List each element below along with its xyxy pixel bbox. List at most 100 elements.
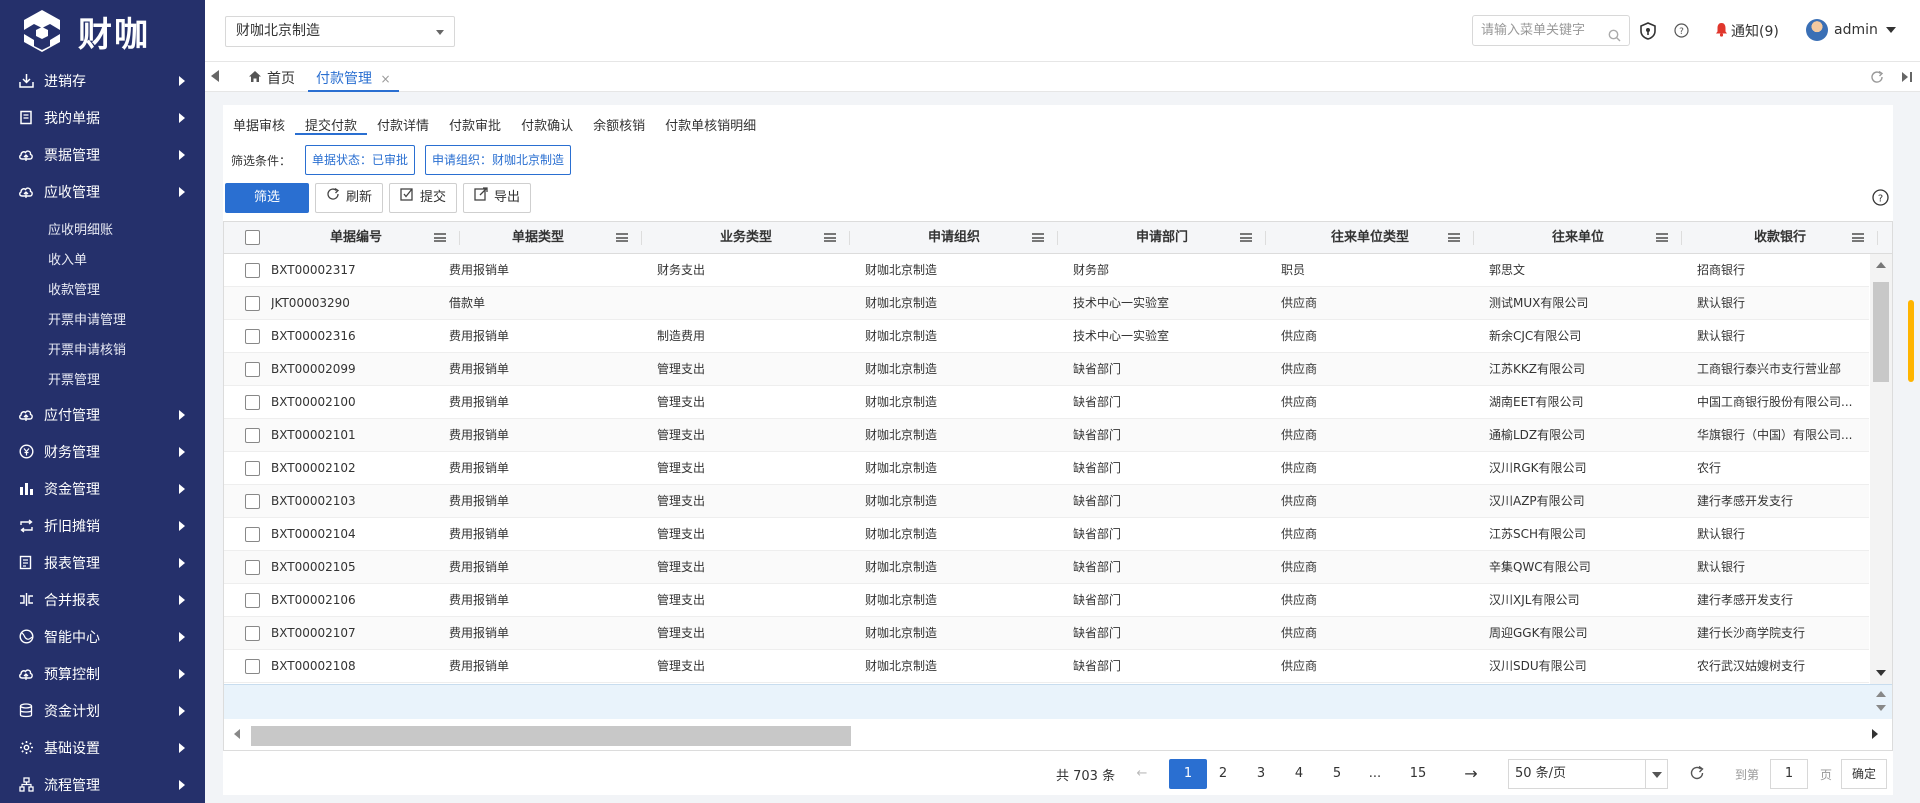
sidebar-item-2[interactable]: 资金管理	[0, 470, 205, 507]
column-menu-icon[interactable]	[1852, 233, 1864, 242]
page-button[interactable]: 5	[1322, 759, 1352, 789]
page-button[interactable]: 2	[1208, 759, 1238, 789]
row-checkbox[interactable]	[245, 494, 260, 509]
row-checkbox[interactable]	[245, 560, 260, 575]
row-checkbox[interactable]	[245, 527, 260, 542]
goto-confirm-button[interactable]: 确定	[1841, 759, 1887, 789]
table-row[interactable]: BXT00002103 费用报销单 管理支出 财咖北京制造 缺省部门 供应商 汉川AZP有限…	[224, 485, 1869, 518]
sidebar-item-5[interactable]: 合并报表	[0, 581, 205, 618]
row-checkbox[interactable]	[245, 593, 260, 608]
scroll-down-icon[interactable]	[1876, 670, 1886, 676]
column-menu-icon[interactable]	[1240, 233, 1252, 242]
column-header[interactable]: 业务类型	[642, 222, 850, 254]
sidebar-item-4[interactable]: 报表管理	[0, 544, 205, 581]
subtab[interactable]: 付款详情	[367, 105, 439, 135]
scroll-left-icon[interactable]	[234, 729, 240, 739]
scroll-up-icon[interactable]	[1876, 262, 1886, 268]
export-button[interactable]: 导出	[463, 183, 532, 213]
table-row[interactable]: BXT00002099 费用报销单 管理支出 财咖北京制造 缺省部门 供应商 江苏KKZ有限…	[224, 353, 1869, 386]
vertical-scrollbar[interactable]	[1870, 254, 1892, 684]
column-header[interactable]: 往来单位类型	[1266, 222, 1474, 254]
reload-icon[interactable]	[1689, 765, 1705, 785]
page-button[interactable]: 3	[1246, 759, 1276, 789]
table-row[interactable]: JKT00003290 借款单 财咖北京制造 技术中心一实验室 供应商 测试MUX有限公司…	[224, 287, 1869, 320]
scroll-thumb[interactable]	[251, 726, 851, 746]
sidebar-subitem[interactable]: 开票申请管理	[0, 303, 205, 333]
help-icon[interactable]: ?	[1872, 189, 1889, 210]
column-header[interactable]: 收款银行	[1682, 222, 1878, 254]
tabs-scroll-right-icon[interactable]	[1900, 70, 1914, 84]
table-row[interactable]: BXT00002100 费用报销单 管理支出 财咖北京制造 缺省部门 供应商 湖南EET有限…	[224, 386, 1869, 419]
notification-button[interactable]: 通知(9)	[1715, 21, 1779, 41]
tabs-scroll-left-icon[interactable]	[211, 70, 219, 82]
shield-icon[interactable]	[1640, 22, 1656, 44]
sidebar-item-10[interactable]: 流程管理	[0, 766, 205, 803]
row-checkbox[interactable]	[245, 626, 260, 641]
table-row[interactable]: BXT00002104 费用报销单 管理支出 财咖北京制造 缺省部门 供应商 江苏SCH有限…	[224, 518, 1869, 551]
prev-page-button[interactable]: ←	[1127, 759, 1157, 789]
sidebar-item-2[interactable]: 票据管理	[0, 136, 205, 173]
tab-payment-management[interactable]: 付款管理 ×	[308, 62, 399, 92]
table-row[interactable]: BXT00002107 费用报销单 管理支出 财咖北京制造 缺省部门 供应商 周迎GGK有限…	[224, 617, 1869, 650]
column-menu-icon[interactable]	[1448, 233, 1460, 242]
subtab[interactable]: 提交付款	[295, 105, 368, 135]
sidebar-subitem[interactable]: 收款管理	[0, 273, 205, 303]
scroll-thumb[interactable]	[1873, 282, 1889, 382]
menu-search-input[interactable]: 请输入菜单关键字	[1472, 15, 1630, 46]
row-checkbox[interactable]	[245, 395, 260, 410]
search-icon[interactable]	[1608, 24, 1621, 53]
next-page-button[interactable]: →	[1456, 759, 1486, 789]
sidebar-item-7[interactable]: 预算控制	[0, 655, 205, 692]
filter-chip-org[interactable]: 申请组织：财咖北京制造	[425, 145, 572, 175]
sidebar-item-3[interactable]: 应收管理	[0, 173, 205, 210]
subtab[interactable]: 付款单核销明细	[655, 105, 766, 135]
scroll-right-icon[interactable]	[1872, 729, 1878, 739]
sidebar-item-9[interactable]: 基础设置	[0, 729, 205, 766]
logo[interactable]: 财咖	[0, 0, 205, 62]
org-select[interactable]: 财咖北京制造	[225, 16, 455, 47]
sidebar-item-0[interactable]: 应付管理	[0, 396, 205, 433]
page-button[interactable]: 4	[1284, 759, 1314, 789]
close-icon[interactable]: ×	[380, 72, 390, 86]
sidebar-item-8[interactable]: 资金计划	[0, 692, 205, 729]
subtab[interactable]: 付款审批	[439, 105, 511, 135]
tab-home[interactable]: 首页	[248, 68, 295, 88]
table-row[interactable]: BXT00002101 费用报销单 管理支出 财咖北京制造 缺省部门 供应商 通榆LDZ有限…	[224, 419, 1869, 452]
sidebar-item-0[interactable]: 进销存	[0, 62, 205, 99]
column-header[interactable]: 申请部门	[1058, 222, 1266, 254]
row-checkbox[interactable]	[245, 461, 260, 476]
column-header[interactable]: 单据类型	[434, 222, 642, 254]
row-checkbox[interactable]	[245, 428, 260, 443]
scroll-up-icon[interactable]	[1876, 691, 1886, 697]
table-row[interactable]: BXT00002102 费用报销单 管理支出 财咖北京制造 缺省部门 供应商 汉川RGK有限…	[224, 452, 1869, 485]
help-icon[interactable]: ?	[1674, 23, 1689, 42]
sidebar-subitem[interactable]: 开票申请核销	[0, 333, 205, 363]
table-row[interactable]: BXT00002316 费用报销单 制造费用 财咖北京制造 技术中心一实验室 供应商 新余C…	[224, 320, 1869, 353]
subtab[interactable]: 付款确认	[511, 105, 583, 135]
sidebar-subitem[interactable]: 开票管理	[0, 363, 205, 393]
submit-button[interactable]: 提交	[389, 183, 458, 213]
sidebar-item-6[interactable]: 智能中心	[0, 618, 205, 655]
column-header[interactable]: 单据编号	[252, 222, 460, 254]
row-checkbox[interactable]	[245, 362, 260, 377]
column-menu-icon[interactable]	[1656, 233, 1668, 242]
page-button[interactable]: 15	[1398, 759, 1438, 789]
sidebar-item-1[interactable]: 财务管理	[0, 433, 205, 470]
column-menu-icon[interactable]	[1032, 233, 1044, 242]
sidebar-item-3[interactable]: 折旧摊销	[0, 507, 205, 544]
filter-button[interactable]: 筛选	[225, 183, 309, 213]
sidebar-subitem[interactable]: 收入单	[0, 243, 205, 273]
column-header[interactable]: 往来单位	[1474, 222, 1682, 254]
sidebar-item-1[interactable]: 我的单据	[0, 99, 205, 136]
subtab[interactable]: 余额核销	[583, 105, 655, 135]
column-menu-icon[interactable]	[616, 233, 628, 242]
filter-chip-status[interactable]: 单据状态：已审批	[305, 145, 416, 175]
horizontal-scrollbar[interactable]	[224, 719, 1892, 750]
table-row[interactable]: BXT00002317 费用报销单 财务支出 财咖北京制造 财务部 职员 郭思文 招商银行	[224, 254, 1869, 287]
row-checkbox[interactable]	[245, 329, 260, 344]
row-checkbox[interactable]	[245, 296, 260, 311]
column-divider[interactable]	[1877, 231, 1878, 245]
scroll-down-icon[interactable]	[1876, 705, 1886, 711]
subtab[interactable]: 单据审核	[223, 105, 295, 135]
user-menu[interactable]: admin	[1806, 19, 1896, 41]
